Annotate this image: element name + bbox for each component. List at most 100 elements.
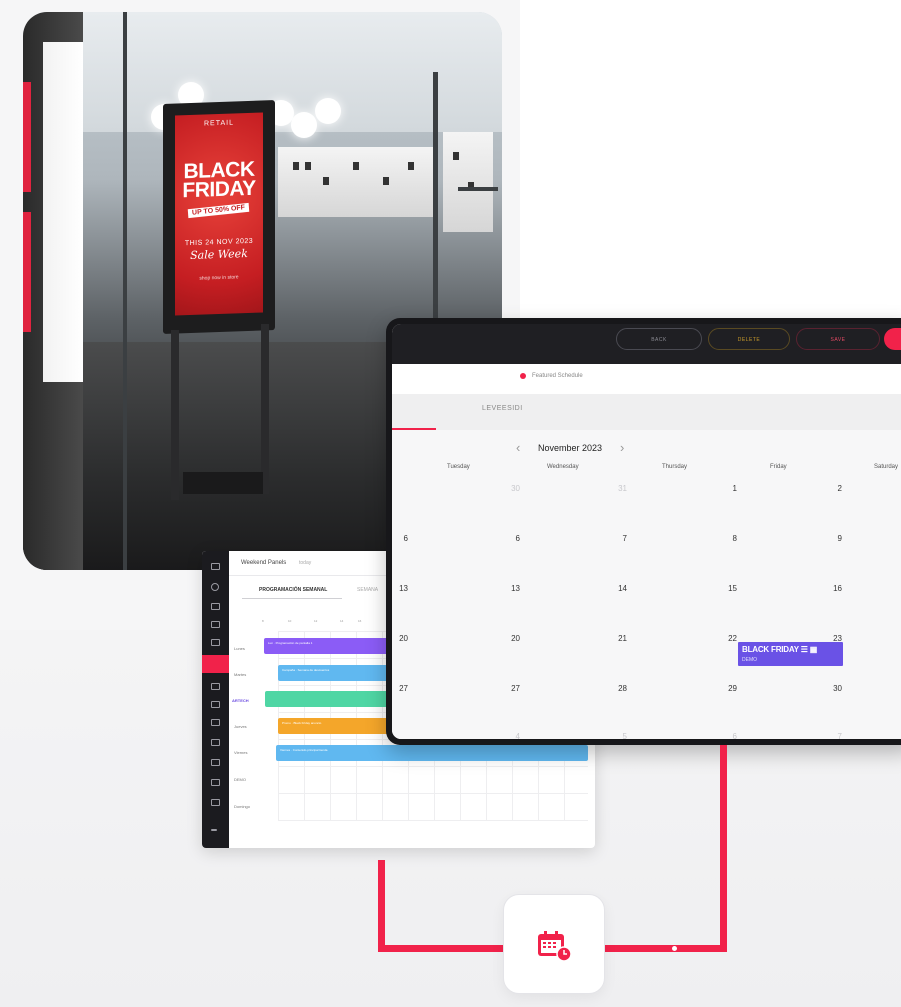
calendar-tabs: LEVEESIDI — [392, 394, 901, 430]
playlist-icon[interactable] — [211, 683, 220, 690]
day-cell[interactable]: 15 — [717, 584, 737, 593]
day-cell[interactable]: 21 — [607, 634, 627, 643]
poster-top-text: RETAIL — [204, 119, 234, 128]
day-cell[interactable]: 4 — [500, 732, 520, 739]
dashboard-icon[interactable] — [211, 583, 219, 591]
connector-line — [378, 860, 385, 952]
event-title: BLACK FRIDAY ☰ ▦ — [742, 645, 817, 654]
day-cell[interactable]: 16 — [822, 584, 842, 593]
calendar-legend: Featured Schedule — [392, 364, 901, 394]
layout-icon[interactable] — [211, 701, 220, 708]
delete-button[interactable]: DELETE — [708, 328, 790, 350]
day-cell[interactable]: 22 — [717, 634, 737, 643]
shelf-product — [293, 162, 299, 170]
primary-action-button[interactable]: ... — [884, 328, 901, 350]
day-cell[interactable]: 20 — [500, 634, 520, 643]
hour-label: 14 — [340, 619, 344, 623]
month-navigation: ‹ November 2023 › — [392, 440, 901, 458]
digital-signage-totem: RETAIL BLACK FRIDAY UP TO 50% OFF THIS 2… — [163, 100, 275, 334]
save-button[interactable]: SAVE — [796, 328, 880, 350]
help-icon[interactable] — [211, 779, 220, 786]
totem-base — [183, 472, 263, 494]
day-cell[interactable]: 13 — [500, 584, 520, 593]
scheduler-title: Weekend Panels — [241, 560, 287, 566]
poster-script: Sale Week — [190, 246, 248, 263]
screen-icon[interactable] — [211, 603, 220, 610]
day-cell[interactable]: 29 — [717, 684, 737, 693]
black-friday-poster: RETAIL BLACK FRIDAY UP TO 50% OFF THIS 2… — [175, 112, 263, 316]
shelf-product — [323, 177, 329, 185]
store-shelf — [278, 147, 438, 217]
reports-icon[interactable] — [211, 759, 220, 766]
day-cell[interactable]: 2 — [822, 484, 842, 493]
red-wall-strip — [23, 82, 31, 192]
tab-week[interactable]: SEMANA — [357, 587, 378, 593]
tab-weekly-schedule[interactable]: PROGRAMACIÓN SEMANAL — [259, 587, 327, 593]
event-subtitle: DEMO — [742, 657, 757, 663]
calendar-event[interactable]: BLACK FRIDAY ☰ ▦ DEMO — [738, 642, 843, 666]
event-title-text: BLACK FRIDAY — [742, 645, 799, 654]
tab-underline — [242, 598, 342, 599]
day-cell[interactable]: 5 — [607, 732, 627, 739]
day-cell[interactable]: 31 — [607, 484, 627, 493]
day-cell[interactable]: 30 — [822, 684, 842, 693]
schedule-bar-text: Lun · Programación de pantalla 1 — [268, 641, 313, 645]
day-cell[interactable]: 6 — [392, 534, 408, 543]
weekday-label: Tuesday — [447, 464, 470, 470]
day-cell[interactable]: 28 — [607, 684, 627, 693]
schedule-icon[interactable] — [202, 655, 229, 673]
back-button[interactable]: BACK — [616, 328, 702, 350]
day-cell[interactable]: 6 — [717, 732, 737, 739]
ceiling-light — [315, 98, 341, 124]
glass-frame — [123, 12, 127, 570]
totem-leg — [261, 324, 269, 494]
day-cell[interactable]: 1 — [717, 484, 737, 493]
hour-label: 10 — [288, 619, 292, 623]
day-cell[interactable]: 23 — [822, 634, 842, 643]
event-list-icon: ☰ — [800, 645, 808, 654]
settings-icon[interactable] — [211, 799, 220, 806]
row-label: Lunes — [234, 646, 245, 651]
shelf-product — [353, 162, 359, 170]
day-cell[interactable]: 27 — [500, 684, 520, 693]
day-cell[interactable]: 14 — [607, 584, 627, 593]
weekday-label: Wednesday — [547, 464, 579, 470]
day-cell[interactable]: 30 — [500, 484, 520, 493]
day-cell[interactable]: 20 — [392, 634, 408, 643]
connector-dot — [672, 946, 677, 951]
row-label: DEMO — [234, 777, 246, 782]
day-cell[interactable]: 8 — [717, 534, 737, 543]
day-cell[interactable]: 27 — [392, 684, 408, 693]
list-icon[interactable] — [211, 621, 220, 628]
schedule-bar[interactable]: Viernes · Contenido principal tienda — [276, 745, 588, 761]
hour-label: 8 — [262, 619, 264, 623]
collapse-icon[interactable] — [211, 829, 217, 831]
scheduler-sidebar — [202, 551, 229, 848]
chevron-left-icon[interactable]: ‹ — [516, 440, 520, 455]
legend-dot — [520, 373, 526, 379]
hour-label: 12 — [314, 619, 318, 623]
row-label: Viernes — [234, 750, 248, 755]
row-label: Martes — [234, 672, 247, 677]
day-cell[interactable]: 7 — [607, 534, 627, 543]
day-cell[interactable]: 9 — [822, 534, 842, 543]
day-cell[interactable]: 13 — [392, 584, 408, 593]
media-icon[interactable] — [211, 639, 220, 646]
schedule-bar-text: Promo · Black Friday anuncio — [282, 721, 322, 725]
calendar-clock-icon — [538, 931, 571, 961]
tablet-device: BACK DELETE SAVE ... Featured Schedule L… — [386, 318, 901, 745]
user-icon[interactable] — [211, 739, 220, 746]
calendar-tab[interactable]: LEVEESIDI — [482, 405, 523, 412]
day-cell[interactable]: 6 — [500, 534, 520, 543]
shelf-product — [408, 162, 414, 170]
hour-label: 16 — [358, 619, 362, 623]
calendar-topbar: BACK DELETE SAVE ... — [392, 324, 901, 364]
shelf-product — [453, 152, 459, 160]
chevron-right-icon[interactable]: › — [620, 440, 624, 455]
scheduler-hub[interactable] — [503, 894, 605, 994]
day-cell[interactable]: 7 — [822, 732, 842, 739]
connector-line — [378, 945, 506, 952]
grid-row — [278, 766, 588, 767]
logo-icon[interactable] — [211, 563, 220, 570]
grid-icon[interactable] — [211, 719, 220, 726]
